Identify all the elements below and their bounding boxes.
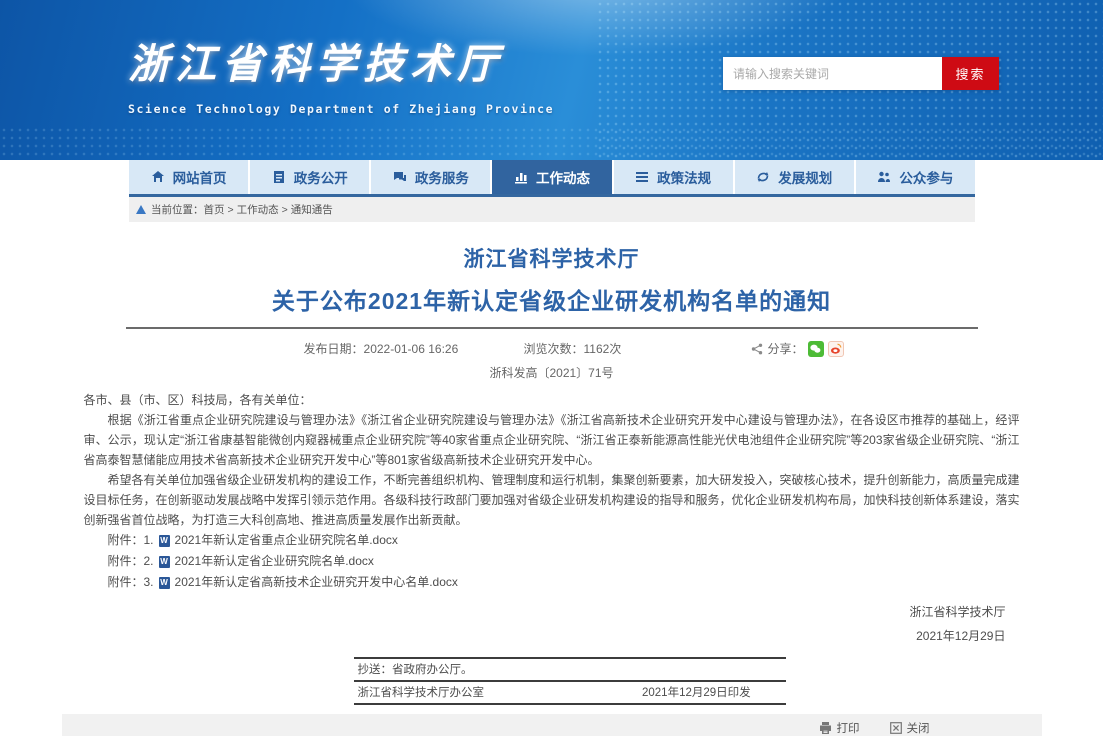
share-widget: 分享： <box>751 340 843 357</box>
breadcrumb-item-work-dynamics[interactable]: 工作动态 <box>237 202 279 217</box>
attachment-label: 附件：3. <box>108 572 154 593</box>
nav-item-label: 发展规划 <box>778 167 832 187</box>
issuer-office: 浙江省科学技术厅办公室 <box>358 683 485 703</box>
nav-item-development-plan[interactable]: 发展规划 <box>735 160 854 194</box>
attachment-row: 附件：2. W 2021年新认定省企业研究院名单.docx <box>108 551 1020 572</box>
cc-row: 抄送：省政府办公厅。 <box>354 659 786 682</box>
signature-block: 浙江省科学技术厅 2021年12月29日 <box>84 600 1020 648</box>
list-icon <box>635 170 649 184</box>
article-toolbar: 打印 关闭 <box>62 714 1042 736</box>
home-icon <box>151 170 165 184</box>
nav-item-work-dynamics[interactable]: 工作动态 <box>492 160 611 194</box>
location-icon <box>136 205 146 214</box>
issue-date: 2021年12月29日印发 <box>642 683 751 703</box>
attachment-link[interactable]: 2021年新认定省企业研究院名单.docx <box>175 551 374 572</box>
wechat-share-icon[interactable] <box>808 341 824 357</box>
word-doc-icon: W <box>159 577 170 589</box>
attachment-link[interactable]: 2021年新认定省重点企业研究院名单.docx <box>175 530 398 551</box>
breadcrumb-separator: > <box>282 204 288 216</box>
attachment-link[interactable]: 2021年新认定省高新技术企业研究开发中心名单.docx <box>175 572 458 593</box>
breadcrumb-prefix: 当前位置： <box>151 202 204 217</box>
search-input[interactable] <box>723 57 942 90</box>
word-doc-icon: W <box>159 535 170 547</box>
cc-table: 抄送：省政府办公厅。 浙江省科学技术厅办公室 2021年12月29日印发 <box>354 657 786 705</box>
article-org-title: 浙江省科学技术厅 <box>62 243 1042 273</box>
publish-date-label: 发布日期： <box>304 342 364 356</box>
chart-icon <box>514 170 528 184</box>
search-bar: 搜索 <box>723 57 999 90</box>
nav-item-public-participation[interactable]: 公众参与 <box>856 160 975 194</box>
paragraph: 希望各有关单位加强省级企业研发机构的建设工作，不断完善组织机构、管理制度和运行机… <box>84 470 1020 530</box>
people-icon <box>877 170 891 184</box>
print-icon <box>819 722 832 734</box>
nav-item-gov-disclosure[interactable]: 政务公开 <box>250 160 369 194</box>
attachment-row: 附件：3. W 2021年新认定省高新技术企业研究开发中心名单.docx <box>108 572 1020 593</box>
nav-item-label: 网站首页 <box>173 167 227 187</box>
close-icon <box>890 722 902 734</box>
nav-item-label: 政务服务 <box>415 167 469 187</box>
view-count-value: 1162次 <box>584 342 622 356</box>
breadcrumb-item-notices[interactable]: 通知通告 <box>291 202 333 217</box>
attachment-label: 附件：2. <box>108 551 154 572</box>
cc-line: 抄送：省政府办公厅。 <box>358 660 473 680</box>
weibo-share-icon[interactable] <box>828 341 844 357</box>
publish-date: 发布日期：2022-01-06 16:26 <box>304 340 459 357</box>
site-logo-subtitle: Science Technology Department of Zhejian… <box>128 102 554 116</box>
salutation: 各市、县（市、区）科技局，各有关单位： <box>84 390 1020 410</box>
article-title: 关于公布2021年新认定省级企业研发机构名单的通知 <box>62 282 1042 316</box>
nav-item-label: 政务公开 <box>294 167 348 187</box>
view-count-label: 浏览次数： <box>524 342 584 356</box>
share-icon <box>751 343 763 355</box>
nav-item-label: 政策法规 <box>657 167 711 187</box>
close-label: 关闭 <box>907 720 930 736</box>
breadcrumb-item-home[interactable]: 首页 <box>204 202 225 217</box>
attachment-label: 附件：1. <box>108 530 154 551</box>
signature-org: 浙江省科学技术厅 <box>84 600 1006 624</box>
view-count: 浏览次数：1162次 <box>524 340 622 357</box>
document-number: 浙科发高〔2021〕71号 <box>62 364 1042 381</box>
breadcrumb: 当前位置： 首页 > 工作动态 > 通知通告 <box>129 197 975 222</box>
main-nav: 网站首页 政务公开 政务服务 工作动态 政策法规 发展规划 公众参与 <box>129 160 975 197</box>
article-container: 浙江省科学技术厅 关于公布2021年新认定省级企业研发机构名单的通知 发布日期：… <box>62 243 1042 736</box>
close-button[interactable]: 关闭 <box>890 720 930 736</box>
attachment-list: 附件：1. W 2021年新认定省重点企业研究院名单.docx 附件：2. W … <box>108 530 1020 593</box>
cycle-icon <box>756 170 770 184</box>
site-banner: 浙江省科学技术厅 Science Technology Department o… <box>0 0 1103 160</box>
nav-item-home[interactable]: 网站首页 <box>129 160 248 194</box>
article-body: 各市、县（市、区）科技局，各有关单位： 根据《浙江省重点企业研究院建设与管理办法… <box>84 390 1020 705</box>
nav-item-policies[interactable]: 政策法规 <box>614 160 733 194</box>
share-label: 分享： <box>767 340 803 357</box>
site-logo-title: 浙江省科学技术厅 <box>128 30 554 90</box>
paragraph: 根据《浙江省重点企业研究院建设与管理办法》《浙江省企业研究院建设与管理办法》《浙… <box>84 410 1020 470</box>
signature-date: 2021年12月29日 <box>84 624 1006 648</box>
word-doc-icon: W <box>159 556 170 568</box>
document-icon <box>272 170 286 184</box>
breadcrumb-separator: > <box>228 204 234 216</box>
search-button[interactable]: 搜索 <box>942 57 999 90</box>
print-label: 打印 <box>837 720 860 736</box>
issuer-row: 浙江省科学技术厅办公室 2021年12月29日印发 <box>354 682 786 705</box>
article-meta: 发布日期：2022-01-06 16:26 浏览次数：1162次 分享： <box>126 340 978 357</box>
nav-item-label: 公众参与 <box>899 167 953 187</box>
title-divider <box>126 327 978 329</box>
publish-date-value: 2022-01-06 16:26 <box>364 342 459 356</box>
chat-icon <box>393 170 407 184</box>
nav-item-gov-services[interactable]: 政务服务 <box>371 160 490 194</box>
attachment-row: 附件：1. W 2021年新认定省重点企业研究院名单.docx <box>108 530 1020 551</box>
nav-item-label: 工作动态 <box>536 167 590 187</box>
site-logo: 浙江省科学技术厅 Science Technology Department o… <box>128 30 554 116</box>
print-button[interactable]: 打印 <box>819 720 860 736</box>
